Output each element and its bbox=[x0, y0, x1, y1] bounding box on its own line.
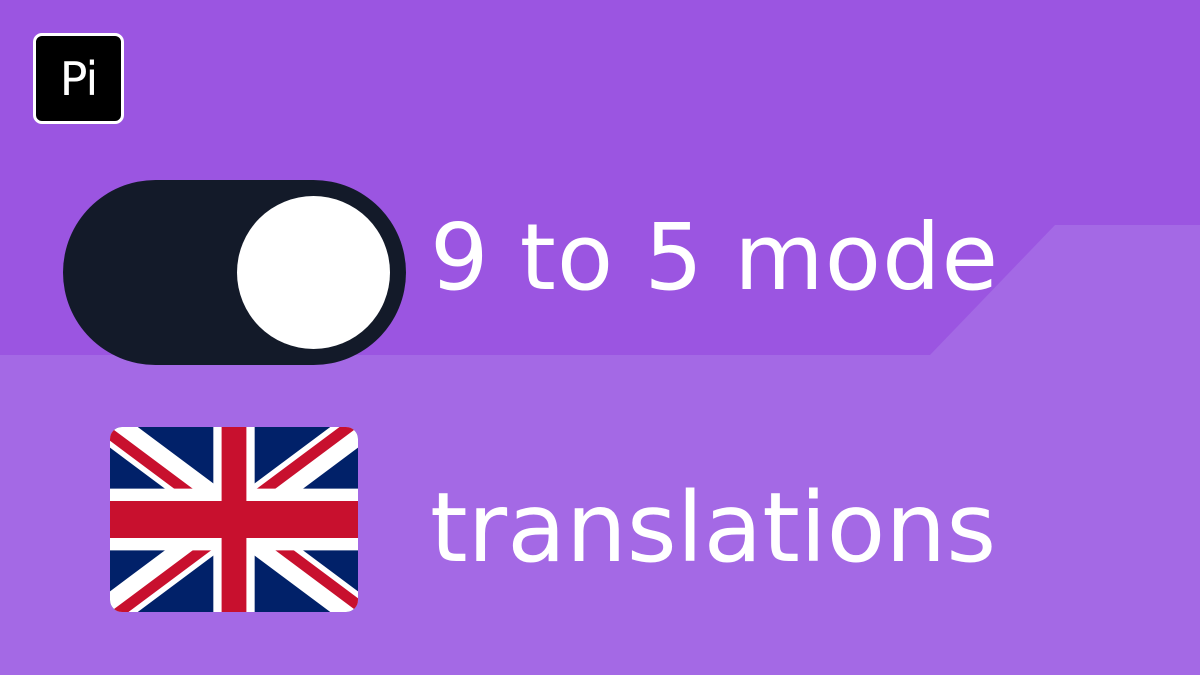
toggle-knob[interactable] bbox=[237, 196, 390, 349]
uk-flag-icon bbox=[110, 427, 358, 612]
mode-toggle-switch[interactable] bbox=[63, 180, 406, 365]
translations-label: translations bbox=[430, 472, 997, 584]
mode-label: 9 to 5 mode bbox=[430, 204, 1000, 311]
pi-logo: Pi bbox=[33, 33, 124, 124]
logo-text: Pi bbox=[59, 51, 99, 106]
banner-canvas: Pi 9 to 5 mode translations bbox=[0, 0, 1200, 675]
